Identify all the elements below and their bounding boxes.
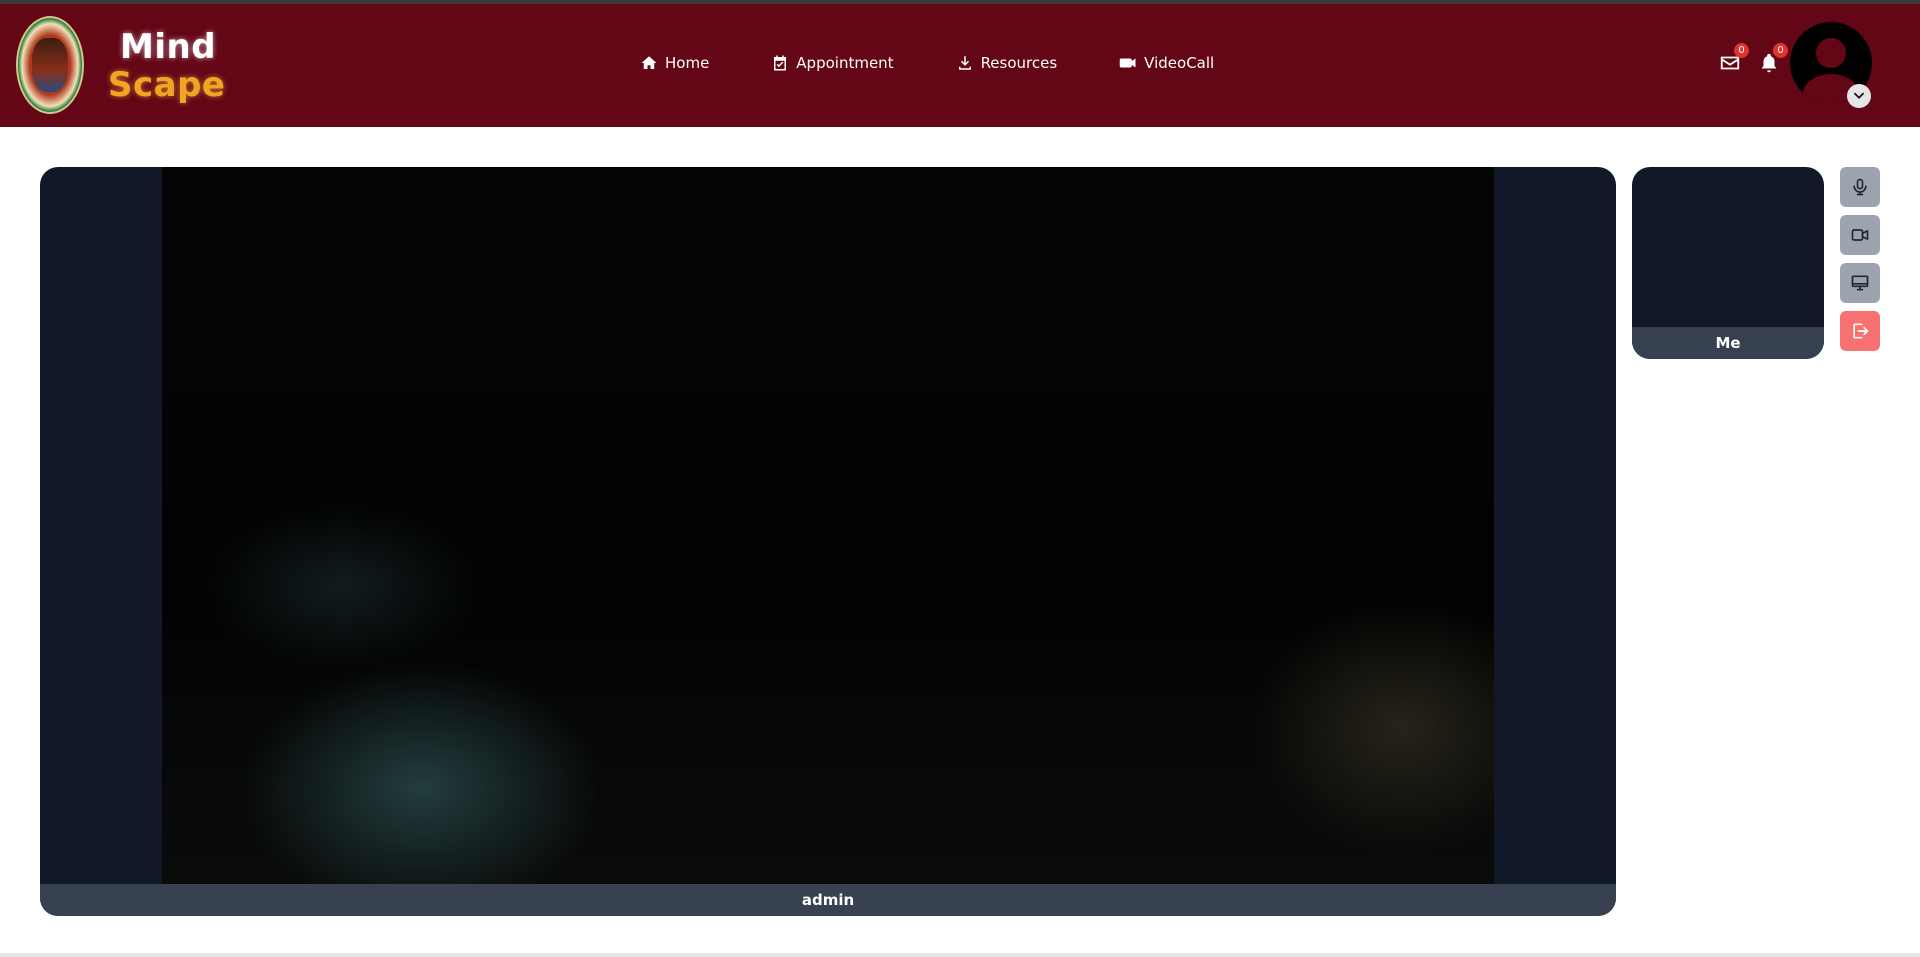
- brand-line-2: Scape: [108, 65, 226, 105]
- call-controls: [1840, 167, 1880, 359]
- video-camera-icon: [1119, 58, 1136, 68]
- nav-item-appointment[interactable]: Appointment: [771, 54, 894, 72]
- nav-item-label: Resources: [980, 54, 1058, 72]
- chevron-down-icon: [1854, 92, 1864, 99]
- main-nav: Home Appointment Resources VideoCall: [640, 54, 1214, 72]
- nav-item-resources[interactable]: Resources: [956, 54, 1058, 72]
- nav-item-label: VideoCall: [1144, 54, 1215, 72]
- download-icon: [958, 56, 971, 70]
- profile-menu-toggle[interactable]: [1847, 84, 1871, 108]
- brand-line-1: Mind: [120, 27, 217, 67]
- header-icons: 0 0: [1702, 43, 1788, 74]
- monitor-icon: [1851, 275, 1869, 291]
- university-seal-logo: [16, 16, 84, 114]
- notifications-badge: 0: [1773, 43, 1788, 58]
- navbar: Mind Scape Home Appointment Resources Vi…: [0, 4, 1920, 127]
- nav-item-videocall[interactable]: VideoCall: [1119, 54, 1214, 72]
- microphone-icon: [1853, 178, 1867, 196]
- avatar-head: [1816, 38, 1846, 68]
- nav-item-label: Home: [665, 54, 710, 72]
- calendar-check-icon: [774, 55, 787, 71]
- video-camera-icon: [1851, 229, 1869, 241]
- participant-name-bar: admin: [40, 884, 1616, 916]
- notifications-button[interactable]: 0: [1758, 43, 1788, 74]
- mute-button[interactable]: [1840, 167, 1880, 207]
- messages-badge: 0: [1734, 43, 1749, 58]
- leave-icon: [1853, 323, 1869, 339]
- self-name-bar: Me: [1632, 327, 1824, 359]
- seal-image: [32, 38, 68, 92]
- remote-video-feed: [162, 167, 1494, 884]
- brand-name[interactable]: Mind Scape: [108, 30, 225, 102]
- nav-item-home[interactable]: Home: [640, 54, 709, 72]
- leave-call-button[interactable]: [1840, 311, 1880, 351]
- home-icon: [641, 56, 657, 69]
- share-screen-button[interactable]: [1840, 263, 1880, 303]
- messages-button[interactable]: 0: [1719, 43, 1749, 74]
- camera-button[interactable]: [1840, 215, 1880, 255]
- nav-item-label: Appointment: [796, 54, 894, 72]
- main-video-tile[interactable]: admin: [40, 167, 1616, 916]
- page-bottom-edge: [0, 953, 1920, 957]
- self-video-tile[interactable]: Me: [1632, 167, 1824, 359]
